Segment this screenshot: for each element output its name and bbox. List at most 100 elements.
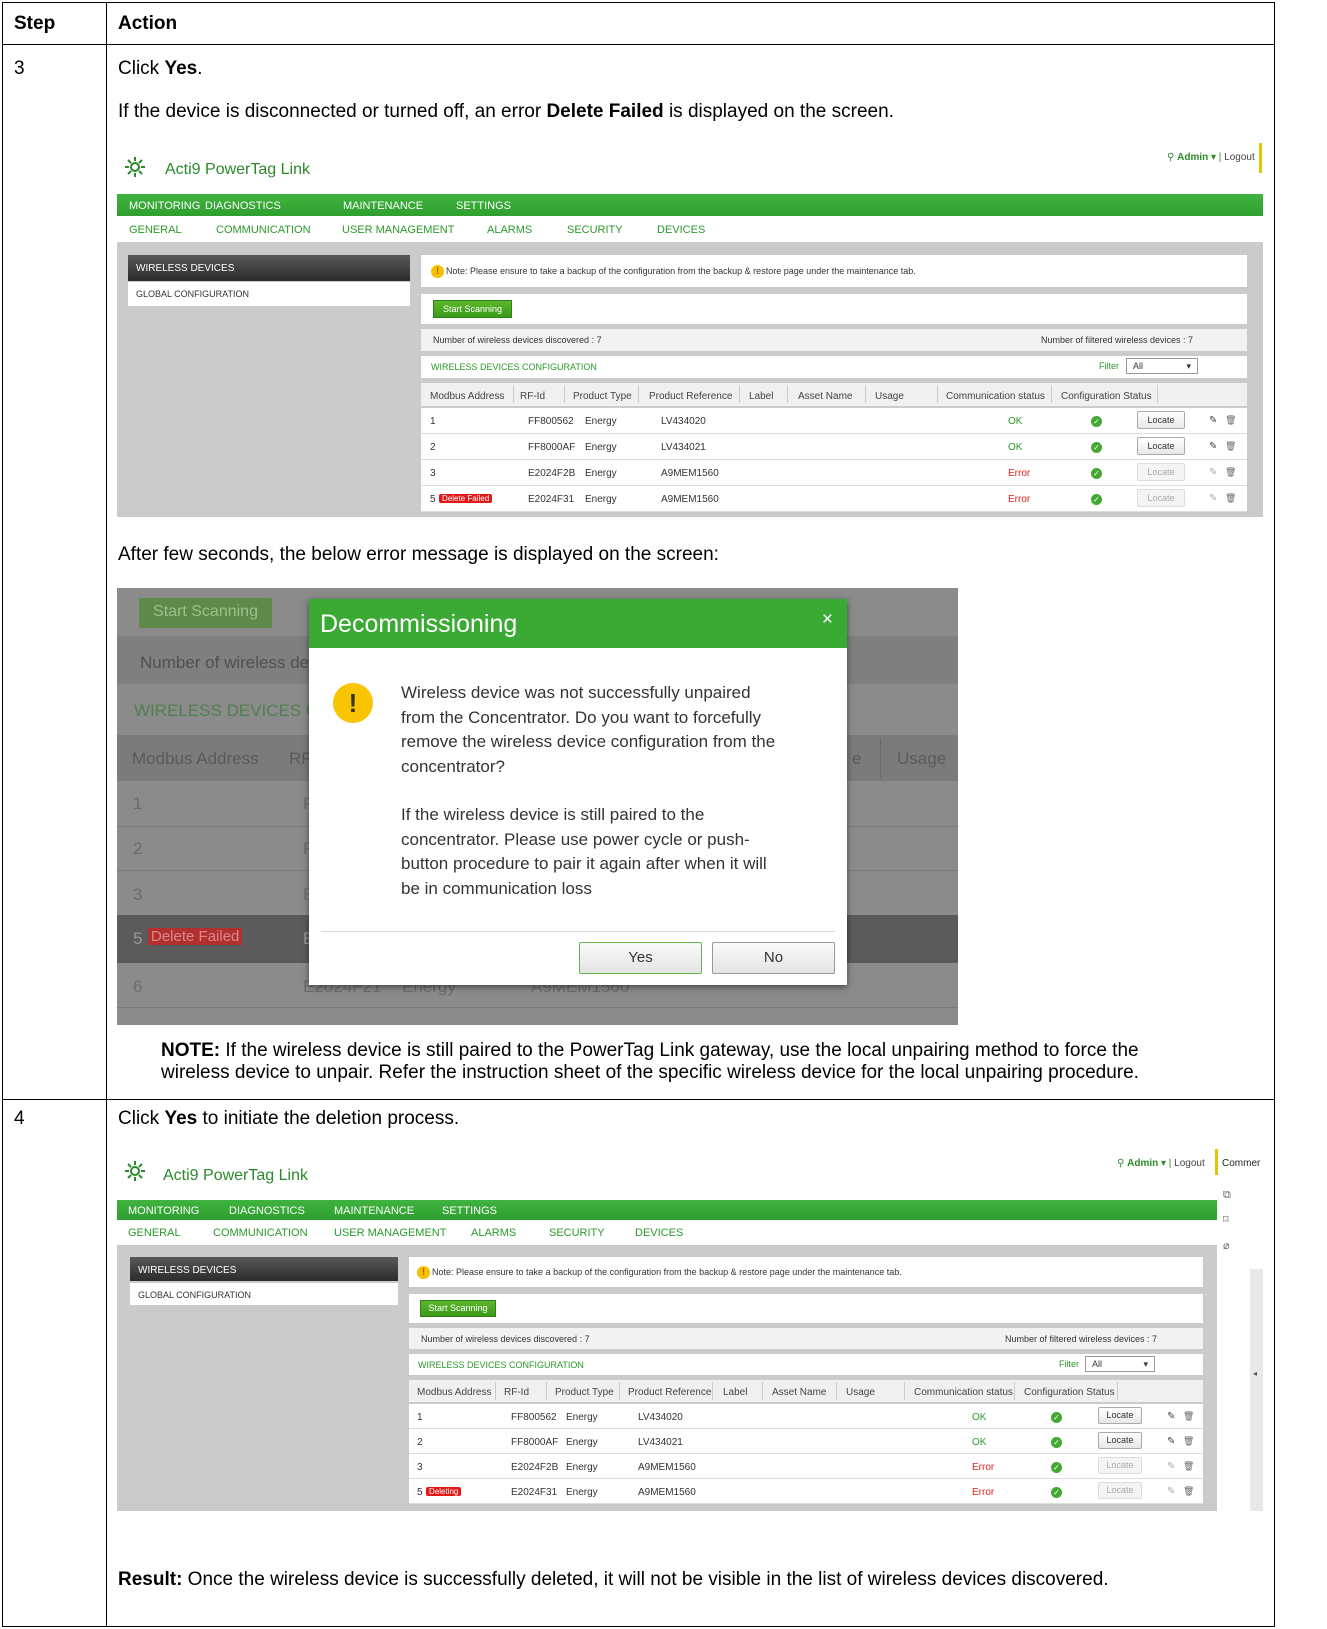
tab-devices[interactable]: DEVICES bbox=[657, 224, 705, 236]
edit-icon[interactable]: ✎ bbox=[1167, 1436, 1175, 1447]
col-label: Label bbox=[723, 1387, 748, 1398]
edit-icon[interactable]: ✎ bbox=[1209, 493, 1217, 504]
menu-monitoring[interactable]: MONITORING bbox=[128, 1205, 199, 1217]
filtered-count: Number of filtered wireless devices : 7 bbox=[1005, 1334, 1158, 1344]
product-type-cell: Energy bbox=[585, 494, 617, 505]
locate-button[interactable]: Locate bbox=[1098, 1407, 1142, 1424]
product-reference-cell: LV434020 bbox=[638, 1412, 683, 1423]
col-asset-name: Asset Name bbox=[772, 1387, 827, 1398]
table-row: 3 E2024F2B Energy A9MEM1560 Error ✓ Locate ✎ 🗑 bbox=[409, 1454, 1203, 1479]
edit-icon[interactable]: ✎ bbox=[1209, 467, 1217, 478]
locate-button[interactable]: Locate bbox=[1137, 411, 1185, 429]
admin-menu[interactable]: ⚲ Admin ▾ | Logout bbox=[1117, 1158, 1205, 1169]
locate-button[interactable]: Locate bbox=[1137, 463, 1185, 481]
side-wireless-devices[interactable]: WIRELESS DEVICES bbox=[128, 255, 410, 281]
side-wireless-devices[interactable]: WIRELESS DEVICES bbox=[130, 1257, 398, 1281]
bg-usage-text: Usage bbox=[897, 749, 947, 768]
scan-panel: Start Scanning bbox=[421, 294, 1247, 324]
bg-delete-failed-tag: Delete Failed bbox=[148, 928, 243, 945]
filter-select[interactable]: All ▾ bbox=[1126, 358, 1198, 374]
check-icon: ✓ bbox=[1051, 1487, 1062, 1498]
app-title: Acti9 PowerTag Link bbox=[163, 1167, 308, 1184]
delete-icon[interactable]: 🗑 bbox=[1183, 1486, 1194, 1497]
config-title: WIRELESS DEVICES CONFIGURATION bbox=[431, 362, 597, 372]
copy-icon[interactable]: ⧉ bbox=[1223, 1189, 1231, 1202]
tab-communication[interactable]: COMMUNICATION bbox=[213, 1227, 308, 1239]
tab-user-management[interactable]: USER MANAGEMENT bbox=[334, 1227, 446, 1239]
close-icon[interactable]: × bbox=[822, 609, 833, 631]
logout-link[interactable]: Logout bbox=[1224, 152, 1255, 163]
edit-icon[interactable]: ✎ bbox=[1167, 1411, 1175, 1422]
menu-monitoring[interactable]: MONITORING bbox=[129, 200, 200, 212]
delete-icon[interactable]: 🗑 bbox=[1183, 1436, 1194, 1447]
logout-link[interactable]: Logout bbox=[1174, 1158, 1205, 1169]
delete-icon[interactable]: 🗑 bbox=[1183, 1411, 1194, 1422]
side-collapse-bar[interactable]: ◂ bbox=[1250, 1269, 1263, 1511]
edit-icon[interactable]: ✎ bbox=[1209, 415, 1217, 426]
menu-diagnostics[interactable]: DIAGNOSTICS bbox=[229, 1205, 305, 1217]
side-global-configuration[interactable]: GLOBAL CONFIGURATION bbox=[130, 1283, 398, 1305]
yes-button[interactable]: Yes bbox=[579, 942, 702, 974]
col-asset-name: Asset Name bbox=[798, 391, 853, 402]
admin-menu[interactable]: ⚲ Admin ▾ | Logout bbox=[1167, 152, 1255, 163]
modbus-address-cell: 1 bbox=[417, 1412, 423, 1423]
locate-button[interactable]: Locate bbox=[1137, 489, 1185, 507]
tab-security[interactable]: SECURITY bbox=[567, 224, 623, 236]
note-panel: ! Note: Please ensure to take a backup of… bbox=[421, 255, 1247, 287]
bg-modbus-text: Modbus Address bbox=[132, 749, 259, 768]
menu-maintenance[interactable]: MAINTENANCE bbox=[334, 1205, 414, 1217]
tab-devices[interactable]: DEVICES bbox=[635, 1227, 683, 1239]
side-global-configuration[interactable]: GLOBAL CONFIGURATION bbox=[128, 282, 410, 306]
edit-icon[interactable]: ✎ bbox=[1209, 441, 1217, 452]
status-badge: Deleting bbox=[426, 1487, 462, 1496]
delete-icon[interactable]: 🗑 bbox=[1225, 415, 1236, 426]
check-icon: ✓ bbox=[1091, 468, 1102, 479]
after-text: After few seconds, the below error messa… bbox=[118, 544, 719, 565]
tab-alarms[interactable]: ALARMS bbox=[487, 224, 532, 236]
tab-general[interactable]: GENERAL bbox=[129, 224, 182, 236]
table-row: 2 FF8000AF Energy LV434021 OK ✓ Locate ✎ 🗑 bbox=[421, 434, 1247, 460]
check-icon: ✓ bbox=[1051, 1412, 1062, 1423]
rf-id-cell: E2024F31 bbox=[511, 1487, 558, 1498]
delete-icon[interactable]: 🗑 bbox=[1225, 493, 1236, 504]
locate-button[interactable]: Locate bbox=[1098, 1482, 1142, 1499]
edit-icon[interactable]: ✎ bbox=[1167, 1486, 1175, 1497]
menu-diagnostics[interactable]: DIAGNOSTICS bbox=[205, 200, 281, 212]
rf-id-cell: FF8000AF bbox=[511, 1437, 559, 1448]
filter-select[interactable]: All ▾ bbox=[1085, 1356, 1155, 1372]
rf-id-cell: E2024F2B bbox=[511, 1462, 559, 1473]
product-reference-cell: LV434020 bbox=[661, 416, 706, 427]
col-comm-status: Communication status bbox=[914, 1387, 1013, 1398]
bookmark-icon[interactable]: ⌑ bbox=[1223, 1213, 1229, 1226]
start-scanning-button[interactable]: Start Scanning bbox=[420, 1300, 496, 1317]
config-header: WIRELESS DEVICES CONFIGURATION Filter Al… bbox=[421, 356, 1247, 378]
col-rfid: RF-Id bbox=[504, 1387, 529, 1398]
locate-button[interactable]: Locate bbox=[1137, 437, 1185, 455]
product-type-cell: Energy bbox=[566, 1437, 598, 1448]
edit-icon[interactable]: ✎ bbox=[1167, 1461, 1175, 1472]
tab-communication[interactable]: COMMUNICATION bbox=[216, 224, 311, 236]
locate-button[interactable]: Locate bbox=[1098, 1457, 1142, 1474]
tab-general[interactable]: GENERAL bbox=[128, 1227, 181, 1239]
delete-icon[interactable]: 🗑 bbox=[1183, 1461, 1194, 1472]
tab-alarms[interactable]: ALARMS bbox=[471, 1227, 516, 1239]
no-button[interactable]: No bbox=[712, 942, 835, 974]
col-rfid: RF-Id bbox=[520, 391, 545, 402]
locate-button[interactable]: Locate bbox=[1098, 1432, 1142, 1449]
dialog-title: Decommissioning bbox=[309, 599, 847, 648]
attachment-icon[interactable]: ⌀ bbox=[1223, 1239, 1230, 1252]
delete-icon[interactable]: 🗑 bbox=[1225, 441, 1236, 452]
product-type-cell: Energy bbox=[585, 468, 617, 479]
bg-row3: 3 bbox=[133, 885, 143, 904]
delete-icon[interactable]: 🗑 bbox=[1225, 467, 1236, 478]
col-product-ref: Product Reference bbox=[628, 1387, 712, 1398]
menu-maintenance[interactable]: MAINTENANCE bbox=[343, 200, 423, 212]
menu-settings[interactable]: SETTINGS bbox=[442, 1205, 497, 1217]
tab-security[interactable]: SECURITY bbox=[549, 1227, 605, 1239]
bg-e-text: e bbox=[852, 749, 862, 768]
rf-id-cell: FF800562 bbox=[511, 1412, 557, 1423]
menu-settings[interactable]: SETTINGS bbox=[456, 200, 511, 212]
tab-user-management[interactable]: USER MANAGEMENT bbox=[342, 224, 454, 236]
start-scanning-button[interactable]: Start Scanning bbox=[433, 300, 512, 318]
product-reference-cell: LV434021 bbox=[638, 1437, 683, 1448]
